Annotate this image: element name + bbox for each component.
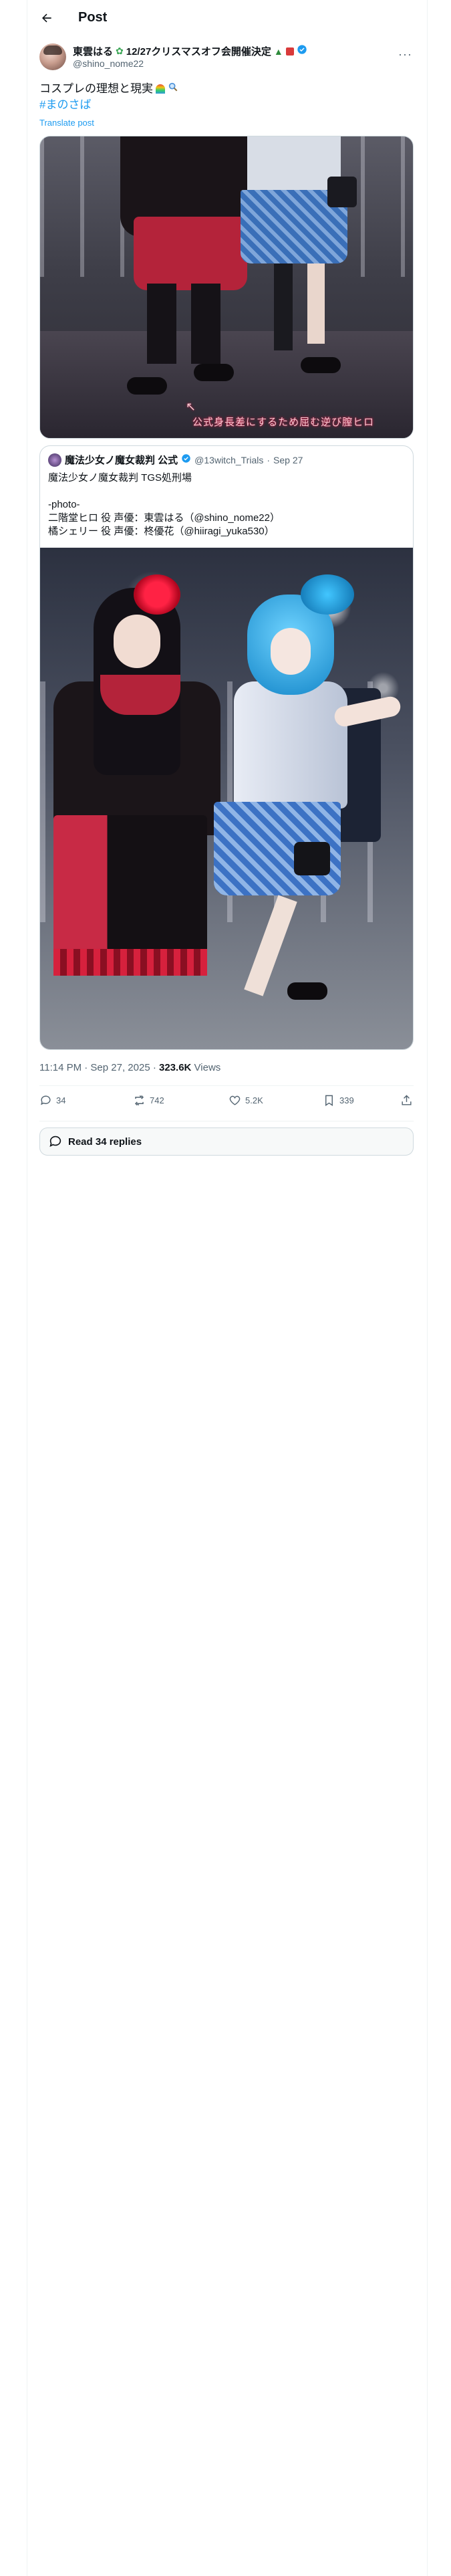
- share-icon: [402, 1095, 412, 1105]
- action-bar: 34 742 5.2K 339: [39, 1094, 414, 1114]
- red-flower-hairpiece: [134, 574, 180, 615]
- quoted-post-photo[interactable]: [40, 548, 413, 1049]
- post-photo[interactable]: ↖ 公式身長差にするため屈む逆び膣ヒロ: [39, 136, 414, 439]
- top-bar: Post: [27, 0, 427, 35]
- gift-icon: [285, 47, 294, 56]
- repost-button[interactable]: 742: [133, 1094, 164, 1107]
- heart-icon: [229, 1095, 241, 1105]
- reply-icon: [41, 1095, 51, 1105]
- quoted-post-text: 魔法少女ノ魔女裁判 TGS処刑場 -photo- 二階堂ヒロ 役 声優：東雲はる…: [48, 472, 280, 537]
- replies-bubble-icon: [49, 1136, 61, 1147]
- author-name-row[interactable]: 東雲はる ✿ 12/27クリスマスオフ会開催決定 ▲: [73, 44, 307, 58]
- read-replies-label: Read 34 replies: [68, 1136, 142, 1148]
- verified-badge-icon: [297, 44, 307, 58]
- post-text: コスプレの理想と現実 #まのさば: [39, 81, 414, 113]
- photo-caption: 公式身長差にするため屈む逆び膣ヒロ: [192, 417, 375, 428]
- post-author: 東雲はる ✿ 12/27クリスマスオフ会開催決定 ▲ @shino_nome22…: [39, 43, 414, 73]
- post-timestamp: 11:14 PM · Sep 27, 2025 · 323.6K Views: [39, 1062, 220, 1073]
- hashtag-link[interactable]: #まのさば: [39, 97, 414, 113]
- main-column: Post 東雲はる ✿ 12/27クリスマスオフ会開催決定 ▲ @shino_n…: [27, 0, 428, 2576]
- bookmark-count: 339: [339, 1095, 354, 1105]
- avatar[interactable]: [39, 43, 66, 70]
- quoted-author-name[interactable]: 魔法少女ノ魔女裁判 公式: [65, 453, 178, 467]
- christmas-tree-icon: ▲: [273, 45, 283, 57]
- separator-dot: ·: [267, 454, 271, 465]
- post-body: コスプレの理想と現実: [39, 82, 153, 95]
- blue-hair-bow: [301, 574, 354, 615]
- views-count: 323.6K: [159, 1062, 192, 1073]
- caption-arrow-icon: ↖: [186, 400, 196, 413]
- views-label: Views: [191, 1062, 221, 1073]
- shoulder-bag: [327, 177, 357, 207]
- author-name[interactable]: 東雲はる: [73, 44, 113, 58]
- like-count: 5.2K: [245, 1095, 263, 1105]
- repost-icon: [134, 1095, 144, 1106]
- quoted-author-handle[interactable]: @13witch_Trials: [194, 455, 263, 465]
- magnifier-icon: [168, 81, 178, 97]
- rainbow-icon: [156, 84, 165, 94]
- translate-post-link[interactable]: Translate post: [39, 118, 94, 128]
- bookmark-button[interactable]: 339: [323, 1094, 354, 1107]
- repost-count: 742: [150, 1095, 164, 1105]
- like-button[interactable]: 5.2K: [229, 1094, 263, 1107]
- quoted-post-header: 魔法少女ノ魔女裁判 公式 @13witch_Trials · Sep 27: [48, 453, 303, 467]
- share-button[interactable]: [400, 1094, 413, 1107]
- back-arrow-icon[interactable]: [38, 9, 55, 27]
- verified-badge-icon: [181, 453, 191, 467]
- bookmark-icon: [325, 1095, 333, 1106]
- divider: [39, 1085, 414, 1086]
- quoted-avatar[interactable]: [48, 453, 61, 467]
- page-title: Post: [78, 10, 108, 25]
- reply-count: 34: [56, 1095, 66, 1105]
- quoted-post[interactable]: 魔法少女ノ魔女裁判 公式 @13witch_Trials · Sep 27 魔法…: [39, 445, 414, 1050]
- quoted-post-date[interactable]: Sep 27: [273, 455, 303, 465]
- more-options-icon[interactable]: ···: [398, 47, 412, 62]
- reply-button[interactable]: 34: [39, 1094, 65, 1107]
- author-handle[interactable]: @shino_nome22: [73, 58, 144, 69]
- read-replies-button[interactable]: Read 34 replies: [39, 1128, 414, 1156]
- cosplayer-left: [120, 136, 247, 404]
- clover-icon: ✿: [116, 45, 124, 56]
- post-time[interactable]: 11:14 PM · Sep 27, 2025 ·: [39, 1062, 159, 1073]
- author-name-suffix[interactable]: 12/27クリスマスオフ会開催決定: [126, 44, 271, 58]
